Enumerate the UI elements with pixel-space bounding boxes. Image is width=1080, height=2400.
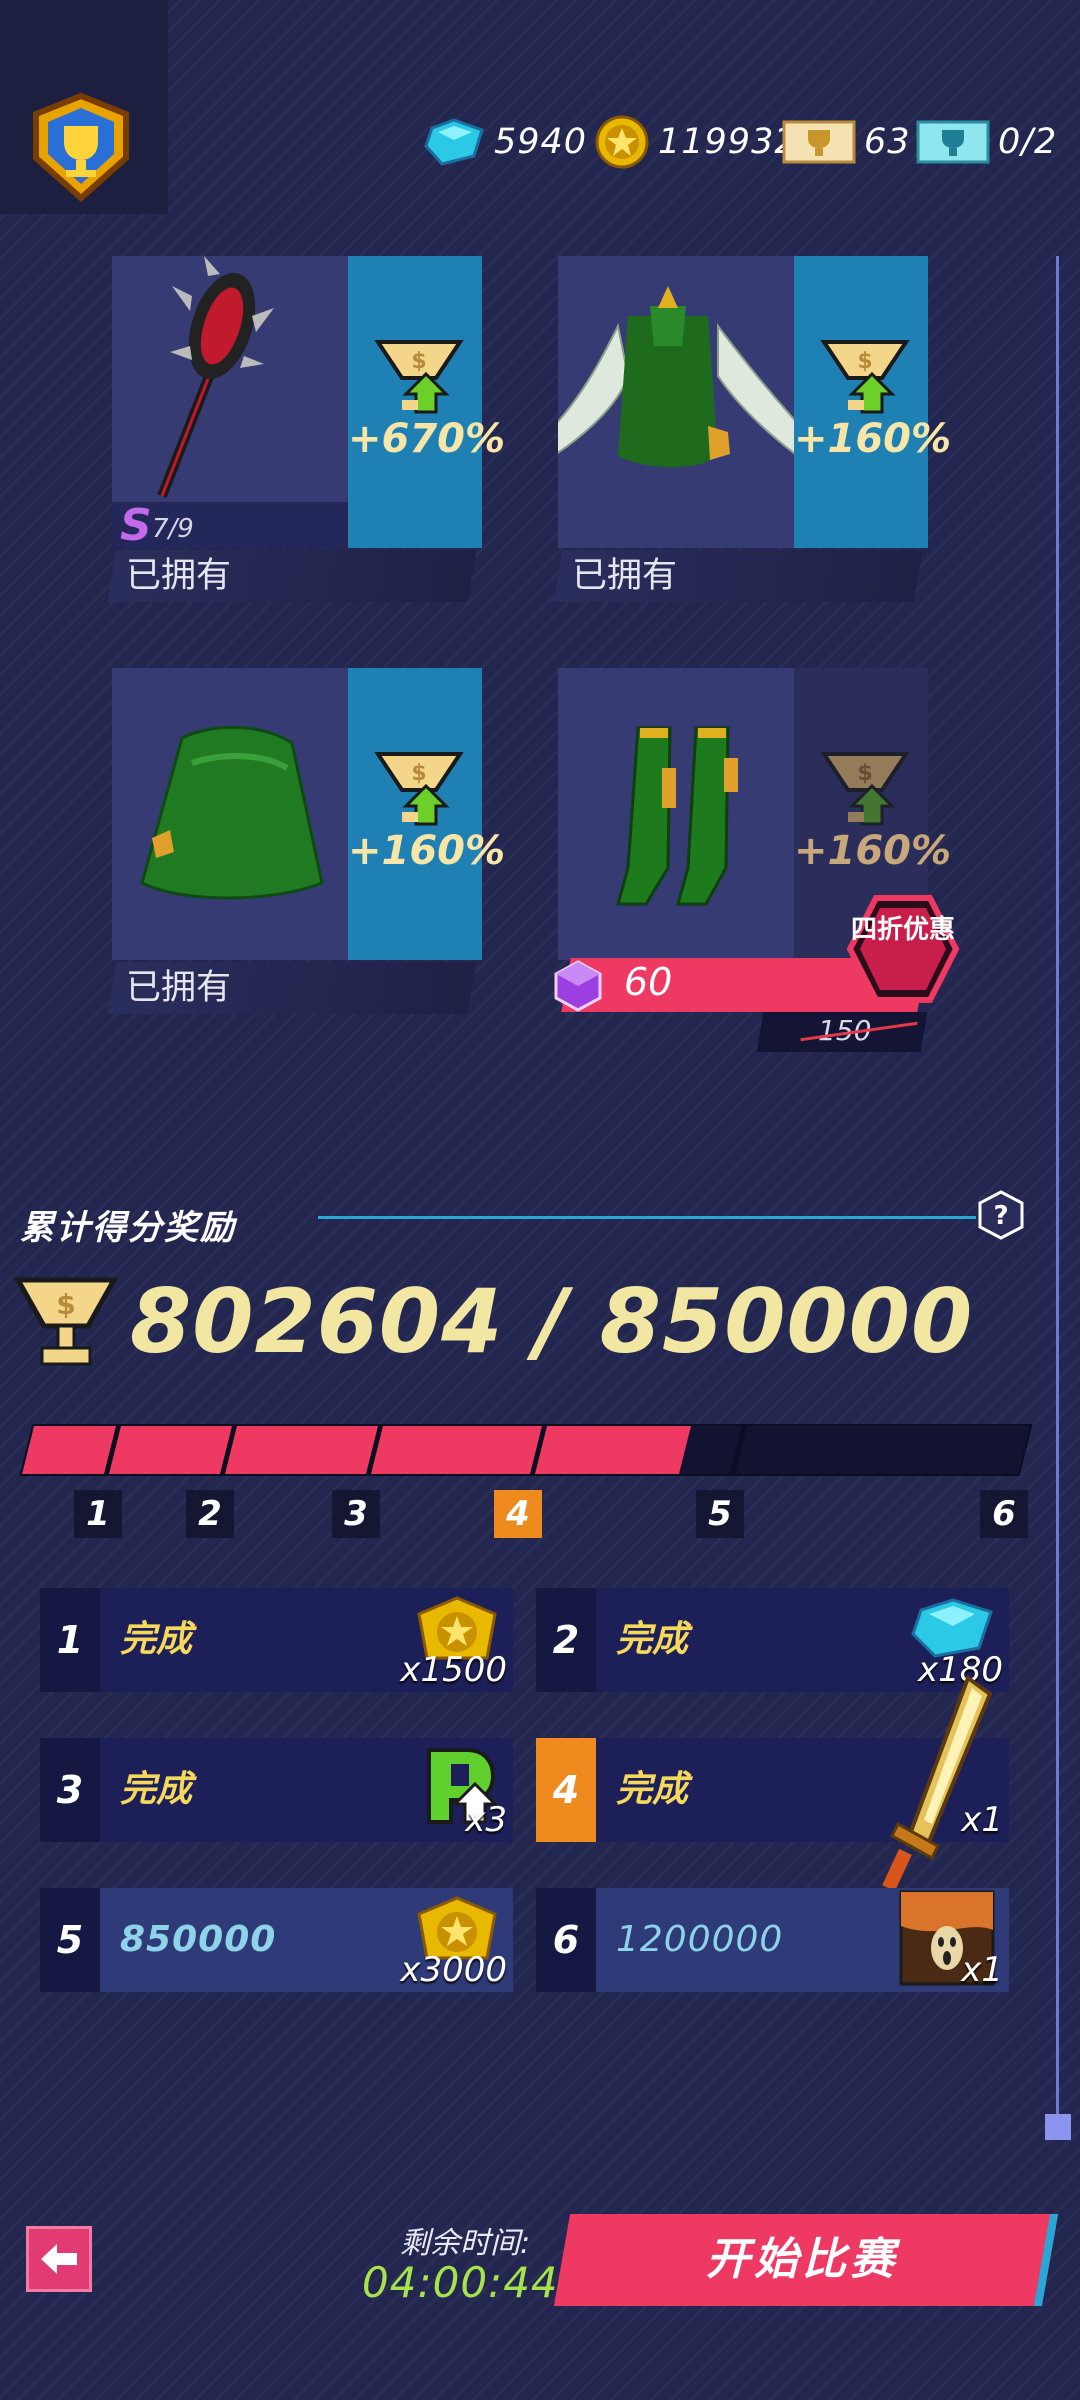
remaining-time-label: 剩余时间: [400, 2226, 531, 2261]
svg-text:$: $ [857, 349, 872, 374]
bonus-percent: +160% [794, 416, 952, 462]
gold-ticket-value: 63 [864, 122, 911, 162]
trophy-badge-icon[interactable] [26, 92, 136, 203]
gem-counter: 5940 [424, 112, 587, 172]
reward-status: 完成 [120, 1769, 193, 1810]
start-match-button[interactable]: 开始比赛 [553, 2214, 1059, 2306]
reward-status: 完成 [616, 1769, 689, 1810]
item-image-panel: S 7/9 [112, 256, 348, 551]
reward-number: 3 [40, 1738, 100, 1842]
svg-text:$: $ [56, 1288, 75, 1321]
score-boost-icon: $ [374, 752, 464, 826]
item-image-panel [506, 256, 840, 548]
cyan-ticket-value: 0/2 [998, 122, 1058, 162]
reward-row-3[interactable]: 3 完成 x3 [40, 1738, 513, 1842]
owned-label-mace: 已拥有 [107, 550, 477, 602]
reward-number: 5 [40, 1888, 100, 1992]
gem-icon [424, 118, 484, 166]
cyan-ticket-counter: 0/2 [916, 112, 1057, 172]
scrollbar-track[interactable] [1056, 256, 1059, 2126]
item-card-skirt[interactable]: $ +160% [112, 668, 505, 960]
gem-value: 5940 [494, 122, 588, 162]
cyan-ticket-icon [916, 120, 990, 164]
green-jacket-icon [506, 286, 840, 478]
reward-row-1[interactable]: 1 完成 x1500 [40, 1588, 513, 1692]
discount-label: 四折优惠 [850, 915, 955, 945]
item-rank-progress: 7/9 [152, 514, 194, 544]
reward-number: 4 [536, 1738, 596, 1842]
reward-number: 2 [536, 1588, 596, 1692]
sword-icon [882, 1674, 993, 1892]
score-boost-icon: $ [820, 752, 910, 826]
back-button[interactable] [26, 2226, 92, 2292]
reward-target: 1200000 [616, 1919, 784, 1960]
section-title: 累计得分奖励 [20, 1208, 236, 1248]
score-boost-icon: $ [820, 340, 910, 414]
score-trophy-icon: $ [14, 1277, 118, 1366]
reward-row-6[interactable]: 6 1200000 x1 [536, 1888, 1009, 1992]
gold-ticket-counter: 63 [782, 112, 911, 172]
reward-count: x1 [961, 1950, 1003, 1990]
reward-number: 6 [536, 1888, 596, 1992]
milestone-2: 2 [186, 1490, 234, 1538]
milestone-3: 3 [332, 1490, 380, 1538]
svg-text:$: $ [411, 761, 426, 786]
scrollbar-thumb[interactable] [1045, 2114, 1071, 2140]
owned-label-jacket: 已拥有 [553, 550, 923, 602]
reward-row-5[interactable]: 5 850000 x3000 [40, 1888, 513, 1992]
reward-number: 1 [40, 1588, 100, 1692]
discount-hexagon [846, 895, 960, 1003]
bonus-percent: +670% [348, 416, 506, 462]
green-skirt-icon [140, 725, 324, 900]
milestone-5: 5 [696, 1490, 744, 1538]
purple-cube-icon [554, 960, 602, 1012]
bonus-percent: +160% [794, 828, 952, 874]
svg-text:$: $ [411, 349, 426, 374]
score-text: 802604 / 850000 [130, 1270, 974, 1373]
svg-text:?: ? [993, 1201, 1008, 1231]
progress-fill [22, 1426, 692, 1474]
reward-target: 850000 [120, 1919, 277, 1960]
score-progress-bar [19, 1424, 1033, 1476]
countdown-timer: 04:00:44 [362, 2258, 559, 2307]
coin-counter: 119932 [594, 112, 798, 172]
price-value: 60 [624, 960, 673, 1004]
green-boots-icon [616, 726, 738, 906]
help-icon[interactable]: ? [976, 1190, 1026, 1240]
back-arrow-icon [41, 2244, 77, 2274]
coin-icon [595, 115, 649, 169]
reward-count: x1500 [400, 1650, 507, 1690]
bonus-percent: +160% [348, 828, 506, 874]
item-image-panel [558, 668, 794, 960]
gold-ticket-icon [782, 120, 856, 164]
section-divider [318, 1216, 976, 1219]
owned-label-skirt: 已拥有 [107, 962, 477, 1014]
coin-value: 119932 [658, 122, 798, 162]
reward-count: x3000 [400, 1950, 507, 1990]
score-boost-icon: $ [374, 340, 464, 414]
milestone-4: 4 [494, 1490, 542, 1538]
item-image-panel [112, 668, 348, 960]
item-card-mace[interactable]: S 7/9 $ +670% [112, 256, 505, 551]
svg-text:$: $ [857, 761, 872, 786]
milestone-1: 1 [74, 1490, 122, 1538]
milestone-6: 6 [980, 1490, 1028, 1538]
reward-status: 完成 [616, 1619, 689, 1660]
item-card-jacket[interactable]: $ +160% [506, 256, 951, 548]
reward-count: x3 [465, 1800, 507, 1840]
reward-status: 完成 [120, 1619, 193, 1660]
item-rank-letter: S [120, 500, 152, 551]
